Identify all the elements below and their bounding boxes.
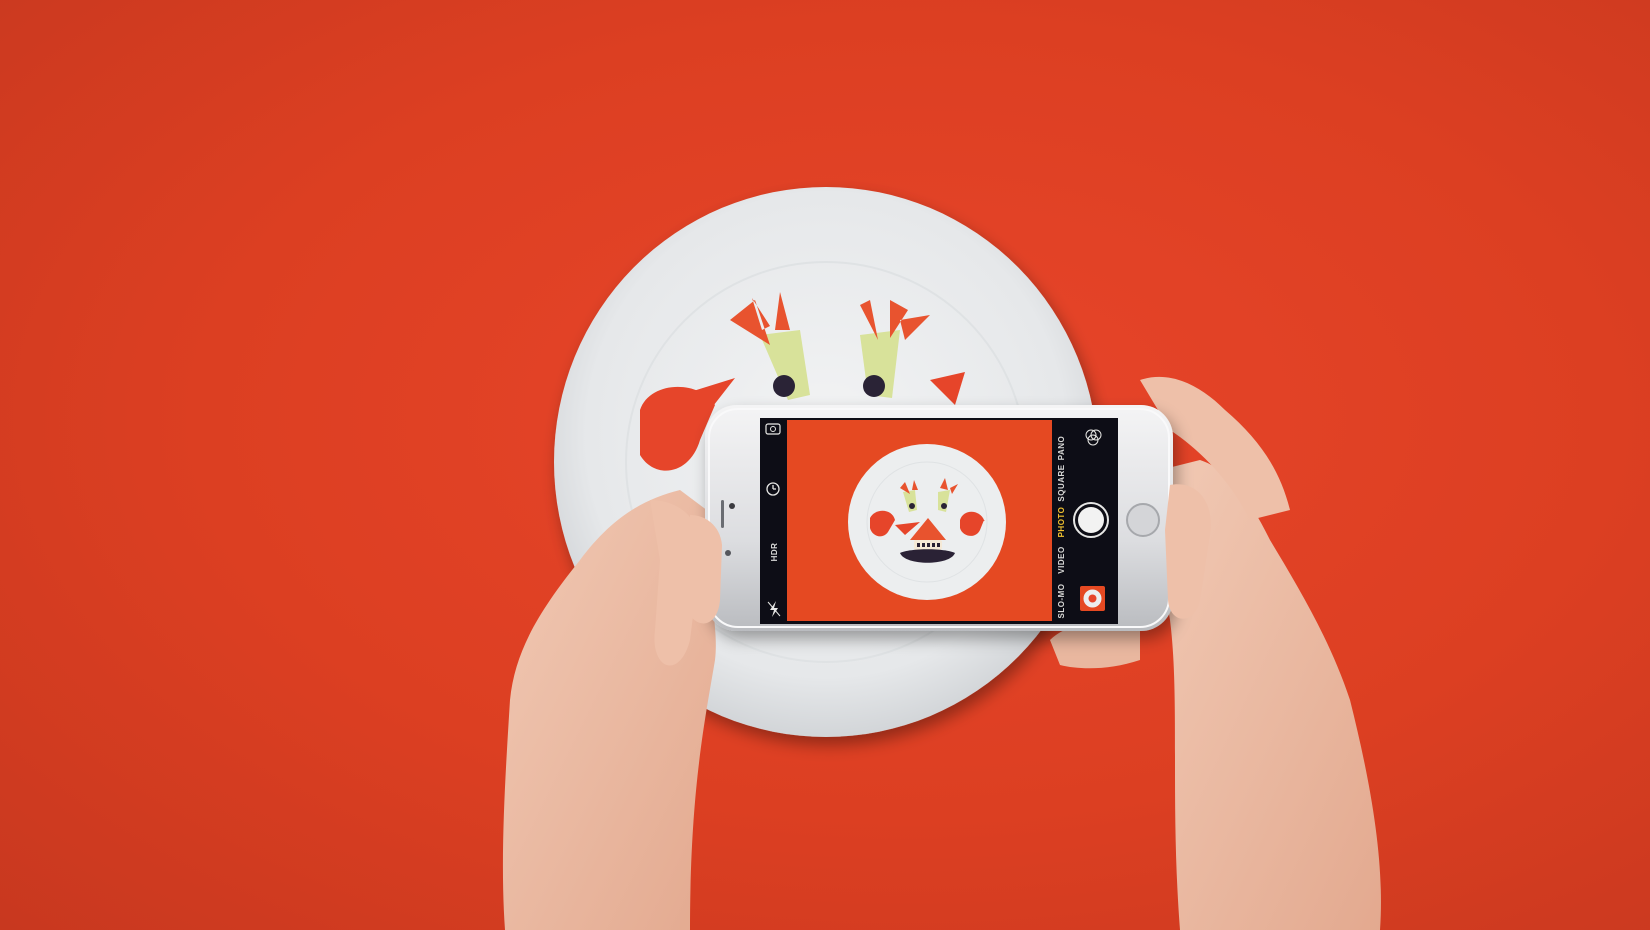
mode-photo[interactable]: PHOTO: [1057, 507, 1066, 538]
mode-video[interactable]: VIDEO: [1057, 546, 1066, 573]
photo-scene: HDR SLO-MO VIDEO PHOTO SQUARE PANO: [502, 187, 1381, 930]
hdr-label[interactable]: HDR: [770, 543, 779, 562]
left-hand: [502, 490, 720, 930]
shutter-button[interactable]: [1073, 502, 1109, 538]
mode-slo-mo[interactable]: SLO-MO: [1057, 584, 1066, 619]
last-photo-thumbnail[interactable]: [1080, 586, 1105, 611]
mode-square[interactable]: SQUARE: [1057, 464, 1066, 501]
left-thumb: [688, 515, 722, 624]
smartphone: HDR SLO-MO VIDEO PHOTO SQUARE PANO: [705, 405, 1173, 631]
viewfinder-plate: [848, 444, 1006, 600]
home-button[interactable]: [1126, 503, 1160, 537]
mode-pano[interactable]: PANO: [1057, 436, 1066, 461]
